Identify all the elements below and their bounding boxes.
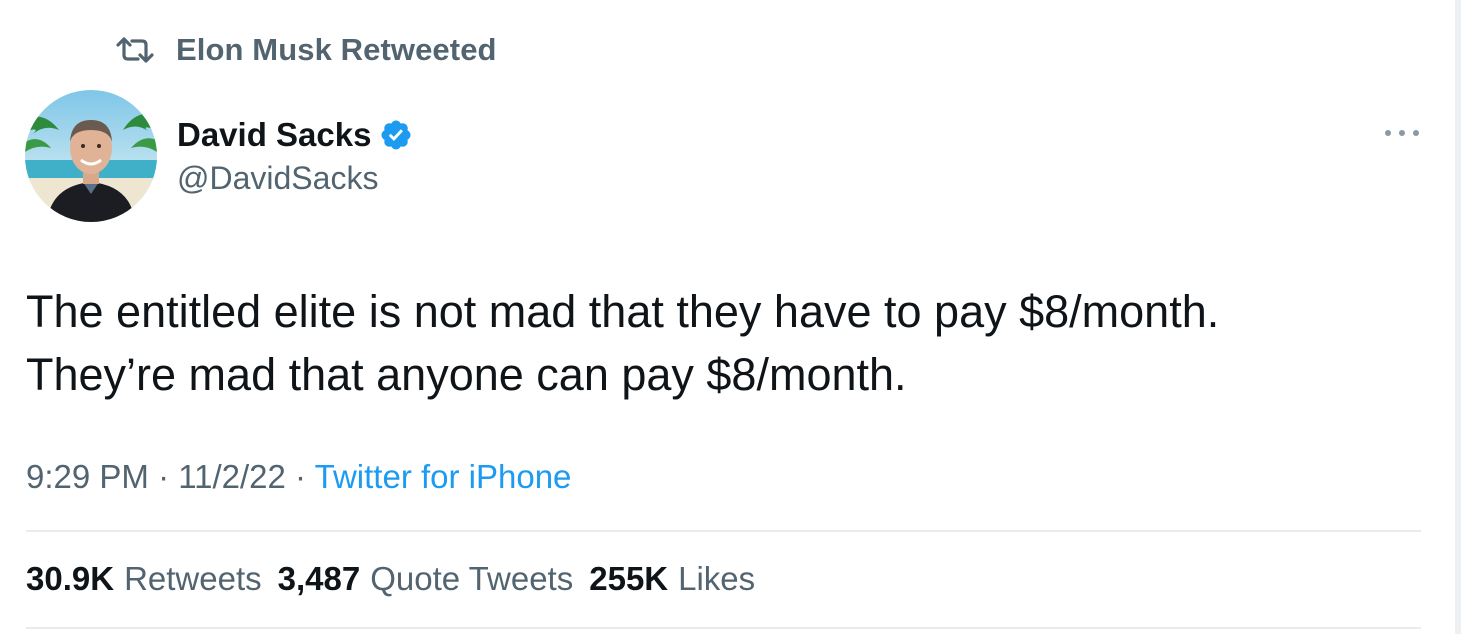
divider [26, 627, 1421, 629]
likes-label: Likes [678, 560, 756, 597]
retweet-icon [116, 37, 154, 63]
scroll-edge [1455, 0, 1461, 634]
retweets-count: 30.9K [26, 560, 115, 597]
avatar[interactable] [25, 90, 157, 222]
likes-stat[interactable]: 255K Likes [589, 560, 755, 597]
more-dot [1385, 130, 1391, 136]
retweet-context-label: Elon Musk Retweeted [176, 32, 497, 67]
more-options-icon[interactable] [1385, 118, 1419, 148]
tweet-card: Elon Musk Retweeted David Sacks @DavidSa… [0, 0, 1461, 634]
retweets-stat[interactable]: 30.9K Retweets [26, 560, 262, 597]
quote-tweets-count: 3,487 [277, 560, 361, 597]
meta-separator: · [285, 458, 315, 495]
tweet-text-line: They’re mad that anyone can pay $8/month… [26, 349, 907, 400]
author-name-row[interactable]: David Sacks [177, 113, 413, 157]
tweet-date[interactable]: 11/2/22 [178, 458, 286, 495]
retweets-label: Retweets [124, 560, 262, 597]
engagement-stats: 30.9K Retweets 3,487 Quote Tweets 255K Likes [26, 560, 755, 598]
meta-separator: · [148, 458, 179, 495]
likes-count: 255K [589, 560, 669, 597]
divider [26, 530, 1421, 532]
tweet-metadata: 9:29 PM · 11/2/22 · Twitter for iPhone [26, 458, 571, 496]
tweet-text-line: The entitled elite is not mad that they … [26, 286, 1220, 337]
author-name[interactable]: David Sacks [177, 116, 371, 154]
avatar-photo [25, 90, 157, 222]
more-dot [1413, 130, 1419, 136]
quote-tweets-stat[interactable]: 3,487 Quote Tweets [278, 560, 574, 597]
quote-tweets-label: Quote Tweets [370, 560, 574, 597]
more-dot [1399, 130, 1405, 136]
author-handle[interactable]: @DavidSacks [177, 160, 378, 197]
tweet-time[interactable]: 9:29 PM [26, 458, 149, 495]
retweet-context[interactable]: Elon Musk Retweeted [114, 30, 497, 70]
verified-badge-icon [381, 120, 411, 150]
tweet-text: The entitled elite is not mad that they … [26, 280, 1426, 406]
tweet-source-link[interactable]: Twitter for iPhone [315, 458, 572, 495]
